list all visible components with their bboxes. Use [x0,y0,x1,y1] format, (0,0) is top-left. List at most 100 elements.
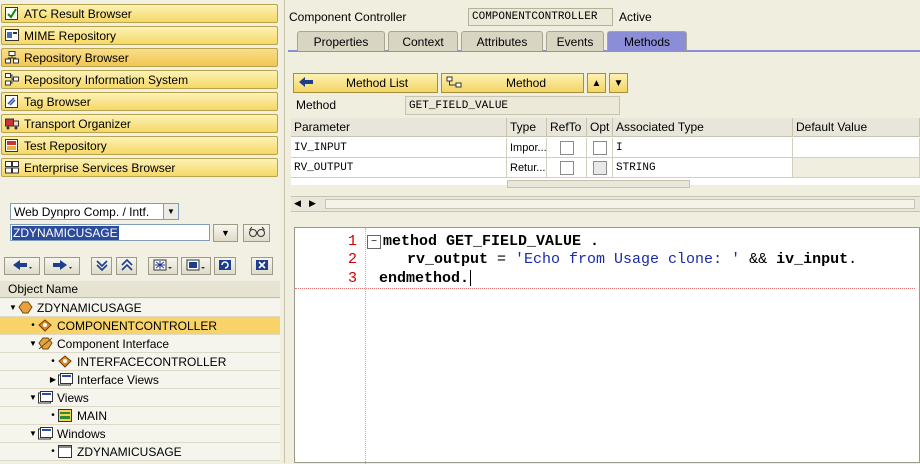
tree-node-component[interactable]: ▼ ZDYNAMICUSAGE [0,299,280,317]
display-object-list-button[interactable] [181,257,211,275]
method-name-field[interactable]: GET_FIELD_VALUE [405,96,620,115]
method-button[interactable]: Method [441,73,584,93]
tree-node-componentcontroller[interactable]: • COMPONENTCONTROLLER [0,317,280,335]
refresh-button[interactable] [214,257,236,275]
refresh-icon [218,259,232,274]
scroll-thumb[interactable] [325,199,915,209]
refto-checkbox-cell[interactable] [547,138,587,158]
bullet-icon: • [51,356,55,367]
tab-label: Properties [313,34,369,49]
tag-browser-button[interactable]: Tag Browser [1,92,278,111]
collapse-button[interactable] [91,257,112,275]
forward-button[interactable] [44,257,80,275]
code-variable: iv_input [776,251,849,268]
method-field-label: Method [296,98,337,112]
expand-button[interactable] [116,257,137,275]
column-header-default-value[interactable]: Default Value [793,118,920,137]
default-value-cell[interactable] [793,138,920,158]
test-repository-button[interactable]: Test Repository [1,136,278,155]
opt-checkbox-cell[interactable] [587,138,613,158]
column-header-type[interactable]: Type [507,118,547,137]
next-button[interactable]: ▼ [609,73,628,93]
associated-type-cell[interactable]: STRING [613,158,793,178]
column-label: Associated Type [616,120,704,134]
controller-name-field[interactable]: COMPONENTCONTROLLER [468,8,613,26]
type-cell[interactable]: Retur... [507,158,547,178]
tab-properties[interactable]: Properties [297,31,385,51]
caret-down-icon[interactable]: ▼ [28,393,38,402]
caret-down-icon[interactable]: ▼ [28,339,38,348]
tab-label: Attributes [476,34,528,49]
associated-type-cell[interactable]: I [613,138,793,158]
back-button[interactable] [4,257,40,275]
tree-node-windows[interactable]: ▼ Windows [0,425,280,443]
scroll-left-icon[interactable]: ◀ [294,198,301,209]
caret-down-icon[interactable]: ▼ [28,429,38,438]
refto-checkbox-cell[interactable] [547,158,587,178]
tab-context[interactable]: Context [388,31,458,51]
scroll-right-icon[interactable]: ▶ [309,198,316,209]
tree-node-interface-views[interactable]: ▶ Interface Views [0,371,280,389]
controller-label: Component Controller [289,10,407,24]
bullet-icon: • [31,320,35,331]
line-number: 1 [347,233,357,250]
repository-browser-button[interactable]: Repository Browser [1,48,278,67]
refto-checkbox[interactable] [559,160,574,175]
opt-checkbox[interactable] [592,140,607,155]
column-header-opt[interactable]: Opt [587,118,613,137]
table-horizontal-scrollbar[interactable]: ◀ ▶ [291,196,920,212]
column-label: Parameter [294,120,351,134]
tree-node-component-interface[interactable]: ▼ Component Interface [0,335,280,353]
info-system-icon [5,73,19,86]
previous-button[interactable]: ▲ [587,73,606,93]
atc-check-icon [5,7,19,20]
refto-checkbox[interactable] [559,140,574,155]
display-button[interactable] [243,224,270,242]
object-type-dropdown[interactable]: Web Dynpro Comp. / Intf. ▼ [10,203,179,220]
column-header-associated-type[interactable]: Associated Type [613,118,793,137]
opt-checkbox-cell[interactable] [587,158,613,178]
tree-node-main[interactable]: • MAIN [0,407,280,425]
code-line-2: 2 rv_output = 'Echo from Usage clone: ' … [295,249,915,270]
caret-right-icon[interactable]: ▶ [48,375,58,384]
nav-label: ATC Result Browser [24,6,132,21]
column-header-parameter[interactable]: Parameter [291,118,507,137]
repository-information-system-button[interactable]: Repository Information System [1,70,278,89]
tab-methods[interactable]: Methods [607,31,687,51]
method-list-button[interactable]: Method List [293,73,438,93]
fold-toggle-icon[interactable]: − [367,234,381,249]
close-button[interactable] [251,257,273,275]
window-icon [58,445,73,458]
expand-icon [120,258,134,274]
hierarchy-button[interactable] [148,257,178,275]
tab-label: Events [556,34,594,49]
tree-node-window[interactable]: • ZDYNAMICUSAGE [0,443,280,461]
opt-checkbox[interactable] [592,160,607,175]
type-cell[interactable]: Impor... [507,138,547,158]
tree-node-views[interactable]: ▼ Views [0,389,280,407]
table-inner-scrollbar[interactable] [507,180,690,188]
method-icon [446,76,462,91]
hierarchy-icon [152,259,174,274]
enterprise-services-browser-button[interactable]: Enterprise Services Browser [1,158,278,177]
method-label: Method [506,76,547,90]
code-editor[interactable]: 1 − method GET_FIELD_VALUE . 2 rv_output… [294,227,920,464]
chevron-down-icon[interactable]: ▼ [163,204,178,219]
object-name-input[interactable]: ZDYNAMICUSAGE [10,224,210,241]
caret-down-icon[interactable]: ▼ [8,303,18,312]
tab-attributes[interactable]: Attributes [461,31,543,51]
column-header-refto[interactable]: RefTo [547,118,587,137]
parameter-cell[interactable]: RV_OUTPUT [291,158,507,178]
tab-events[interactable]: Events [546,31,604,51]
atc-result-browser-button[interactable]: ATC Result Browser [1,4,278,23]
tree-node-interfacecontroller[interactable]: • INTERFACECONTROLLER [0,353,280,371]
code-line-3: 3 endmethod. [295,268,915,289]
transport-organizer-button[interactable]: Transport Organizer [1,114,278,133]
default-value-cell[interactable] [793,158,920,178]
repository-icon [5,51,19,64]
mime-repository-button[interactable]: MIME Repository [1,26,278,45]
dropdown-button[interactable]: ▼ [213,224,238,242]
tree-node-label: Windows [57,426,106,441]
parameter-cell[interactable]: IV_INPUT [291,138,507,158]
tab-label: Context [402,34,444,49]
